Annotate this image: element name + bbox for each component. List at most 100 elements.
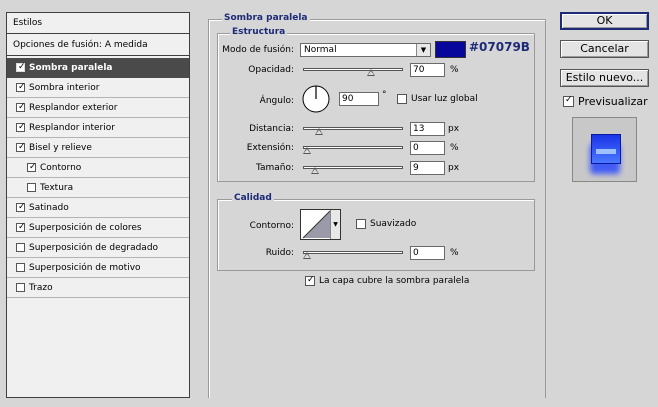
distance-input[interactable]: 13 (410, 122, 445, 136)
quality-title: Calidad (232, 193, 274, 203)
blend-mode-select[interactable]: Normal ▼ (300, 43, 431, 57)
noise-input[interactable]: 0 (410, 246, 445, 260)
style-item-checkbox[interactable] (16, 243, 25, 252)
opacity-input[interactable]: 70 (410, 63, 445, 77)
chevron-down-icon: ▼ (416, 44, 430, 56)
knockout-label: La capa cubre la sombra paralela (319, 276, 470, 286)
global-light-checkbox[interactable] (397, 94, 407, 104)
style-item-checkbox[interactable] (16, 263, 25, 272)
noise-slider[interactable] (303, 249, 403, 259)
size-slider[interactable] (303, 164, 403, 174)
spread-slider-track (303, 146, 403, 149)
style-item[interactable]: Superposición de motivo (7, 258, 189, 278)
style-item-label: Bisel y relieve (29, 143, 92, 153)
style-item[interactable]: ✓ Superposición de colores (7, 218, 189, 238)
checkmark-icon: ✓ (18, 142, 26, 152)
checkmark-icon: ✓ (565, 95, 573, 105)
style-item[interactable]: ✓ Bisel y relieve (7, 138, 189, 158)
new-style-button[interactable]: Estilo nuevo... (560, 69, 649, 87)
checkmark-icon: ✓ (18, 82, 26, 92)
style-item-label: Sombra interior (29, 83, 100, 93)
knockout-checkbox[interactable]: ✓ (305, 275, 315, 286)
preview-swatch (591, 134, 621, 164)
distance-unit: px (448, 124, 460, 134)
size-slider-thumb[interactable] (311, 167, 319, 174)
style-item-checkbox[interactable]: ✓ (16, 102, 26, 112)
preview-checkbox[interactable]: ✓ (563, 95, 574, 107)
checkmark-icon: ✓ (18, 222, 26, 232)
preview-highlight (596, 149, 616, 154)
style-item[interactable]: Superposición de degradado (7, 238, 189, 258)
style-item[interactable]: ✓ Satinado (7, 198, 189, 218)
style-item-label: Superposición de motivo (29, 263, 141, 273)
noise-unit: % (450, 248, 459, 258)
style-item[interactable]: Textura (7, 178, 189, 198)
noise-label: Ruido: (265, 248, 294, 258)
antialias-label: Suavizado (370, 219, 417, 229)
size-input[interactable]: 9 (410, 161, 445, 175)
style-item-checkbox[interactable]: ✓ (16, 202, 26, 212)
angle-unit: ° (382, 90, 387, 100)
blend-mode-value: Normal (304, 45, 337, 55)
style-item-label: Resplandor interior (29, 123, 115, 133)
style-item[interactable]: ✓ Sombra paralela (7, 58, 189, 78)
style-item-checkbox[interactable]: ✓ (16, 122, 26, 132)
opacity-slider[interactable] (303, 66, 403, 76)
style-item[interactable]: ✓ Sombra interior (7, 78, 189, 98)
shadow-color-swatch[interactable] (435, 41, 466, 58)
style-item-label: Textura (40, 183, 74, 193)
noise-slider-track (303, 251, 403, 254)
style-item[interactable]: ✓ Contorno (7, 158, 189, 178)
style-item-checkbox[interactable]: ✓ (16, 222, 26, 232)
checkmark-icon: ✓ (29, 162, 37, 172)
distance-slider-thumb[interactable] (315, 128, 323, 135)
chevron-down-icon: ▼ (330, 210, 340, 239)
styles-header[interactable]: Estilos (7, 13, 189, 34)
style-item-checkbox[interactable]: ✓ (27, 162, 37, 172)
style-item[interactable]: ✓ Resplandor interior (7, 118, 189, 138)
blend-mode-label: Modo de fusión: (222, 45, 294, 55)
contour-picker[interactable]: ▼ (300, 209, 341, 240)
angle-label: Ángulo: (259, 96, 294, 106)
style-preview-thumbnail (572, 117, 637, 182)
contour-preview-icon (302, 210, 331, 239)
styles-panel: Estilos Opciones de fusión: A medida ✓ So… (6, 12, 190, 398)
checkmark-icon: ✓ (18, 122, 26, 132)
style-item-label: Superposición de degradado (29, 243, 159, 253)
antialias-checkbox[interactable] (356, 219, 366, 229)
quality-group (217, 199, 535, 271)
angle-dial-icon (302, 85, 330, 113)
contour-label: Contorno: (249, 221, 294, 231)
opacity-slider-thumb[interactable] (367, 69, 375, 76)
checkmark-icon: ✓ (18, 102, 26, 112)
spread-input[interactable]: 0 (410, 141, 445, 155)
checkmark-icon: ✓ (18, 202, 26, 212)
checkmark-icon: ✓ (18, 62, 26, 72)
angle-input[interactable]: 90 (339, 92, 379, 106)
style-item-checkbox[interactable]: ✓ (16, 82, 26, 92)
style-item-label: Resplandor exterior (29, 103, 118, 113)
angle-dial[interactable] (301, 84, 331, 114)
style-item-label: Trazo (29, 283, 53, 293)
spread-slider[interactable] (303, 144, 403, 154)
style-item-checkbox[interactable] (27, 183, 36, 192)
distance-label: Distancia: (249, 124, 294, 134)
style-item-label: Satinado (29, 203, 69, 213)
noise-slider-thumb[interactable] (303, 252, 311, 259)
style-item-checkbox[interactable]: ✓ (16, 62, 26, 72)
opacity-slider-track (303, 68, 403, 71)
style-item-checkbox[interactable] (16, 283, 25, 292)
distance-slider[interactable] (303, 125, 403, 135)
opacity-unit: % (450, 65, 459, 75)
style-item-checkbox[interactable]: ✓ (16, 142, 26, 152)
style-item-label: Superposición de colores (29, 223, 142, 233)
ok-button[interactable]: OK (560, 12, 649, 30)
size-label: Tamaño: (255, 163, 294, 173)
blending-options-item[interactable]: Opciones de fusión: A medida (7, 34, 189, 56)
opacity-label: Opacidad: (248, 65, 294, 75)
cancel-button[interactable]: Cancelar (560, 40, 649, 58)
style-item-label: Sombra paralela (29, 63, 113, 73)
style-item[interactable]: Trazo (7, 278, 189, 298)
spread-slider-thumb[interactable] (303, 147, 311, 154)
style-item[interactable]: ✓ Resplandor exterior (7, 98, 189, 118)
